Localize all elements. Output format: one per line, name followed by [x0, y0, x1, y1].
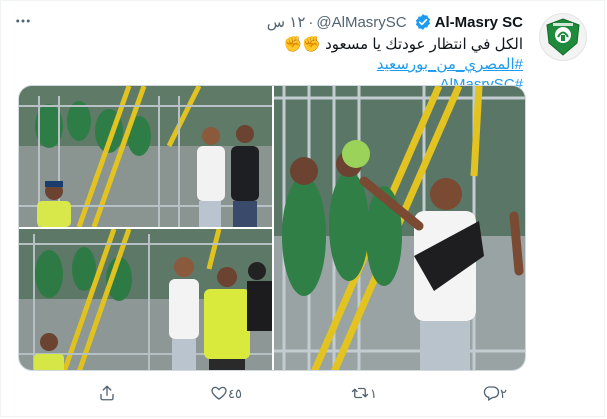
- reply-button[interactable]: ٢: [482, 383, 515, 405]
- like-button[interactable]: ٤٥: [210, 383, 250, 405]
- media-grid: [18, 85, 526, 371]
- photo-3[interactable]: [274, 86, 525, 370]
- retweet-button[interactable]: ١: [350, 383, 385, 405]
- like-count: ٤٥: [228, 386, 242, 401]
- separator-dot: ·: [308, 13, 314, 31]
- reply-count: ٢: [500, 386, 507, 401]
- author-handle[interactable]: @AlMasrySC: [316, 14, 406, 31]
- share-button[interactable]: [98, 383, 116, 405]
- tweet-message: الكل في انتظار عودتك يا مسعود: [325, 36, 523, 53]
- heart-icon: [210, 384, 228, 405]
- author-name[interactable]: Al-Masry SC: [435, 14, 523, 31]
- share-icon: [98, 384, 116, 405]
- timestamp[interactable]: ١٢ س: [267, 13, 306, 31]
- verified-badge-icon: [414, 13, 432, 31]
- photo-1[interactable]: [19, 86, 272, 227]
- fist-emoji: ✊: [302, 36, 321, 53]
- action-bar: ٢ ١ ٤٥: [98, 383, 528, 405]
- club-crest-icon: [546, 18, 580, 56]
- more-options-icon[interactable]: [12, 10, 34, 32]
- fist-emoji: ✊: [283, 36, 303, 53]
- retweet-count: ١: [370, 386, 377, 401]
- tweet-header: Al-Masry SC @AlMasrySC · ١٢ س: [267, 12, 523, 32]
- avatar[interactable]: [539, 13, 587, 61]
- hashtag-link-almasry-portsaid[interactable]: #المصري_من_بورسعيد: [377, 56, 523, 73]
- tweet-text-line: الكل في انتظار عودتك يا مسعود ✊✊: [83, 35, 523, 55]
- retweet-icon: [350, 384, 370, 405]
- reply-icon: [482, 384, 500, 405]
- photo-2[interactable]: [19, 229, 272, 370]
